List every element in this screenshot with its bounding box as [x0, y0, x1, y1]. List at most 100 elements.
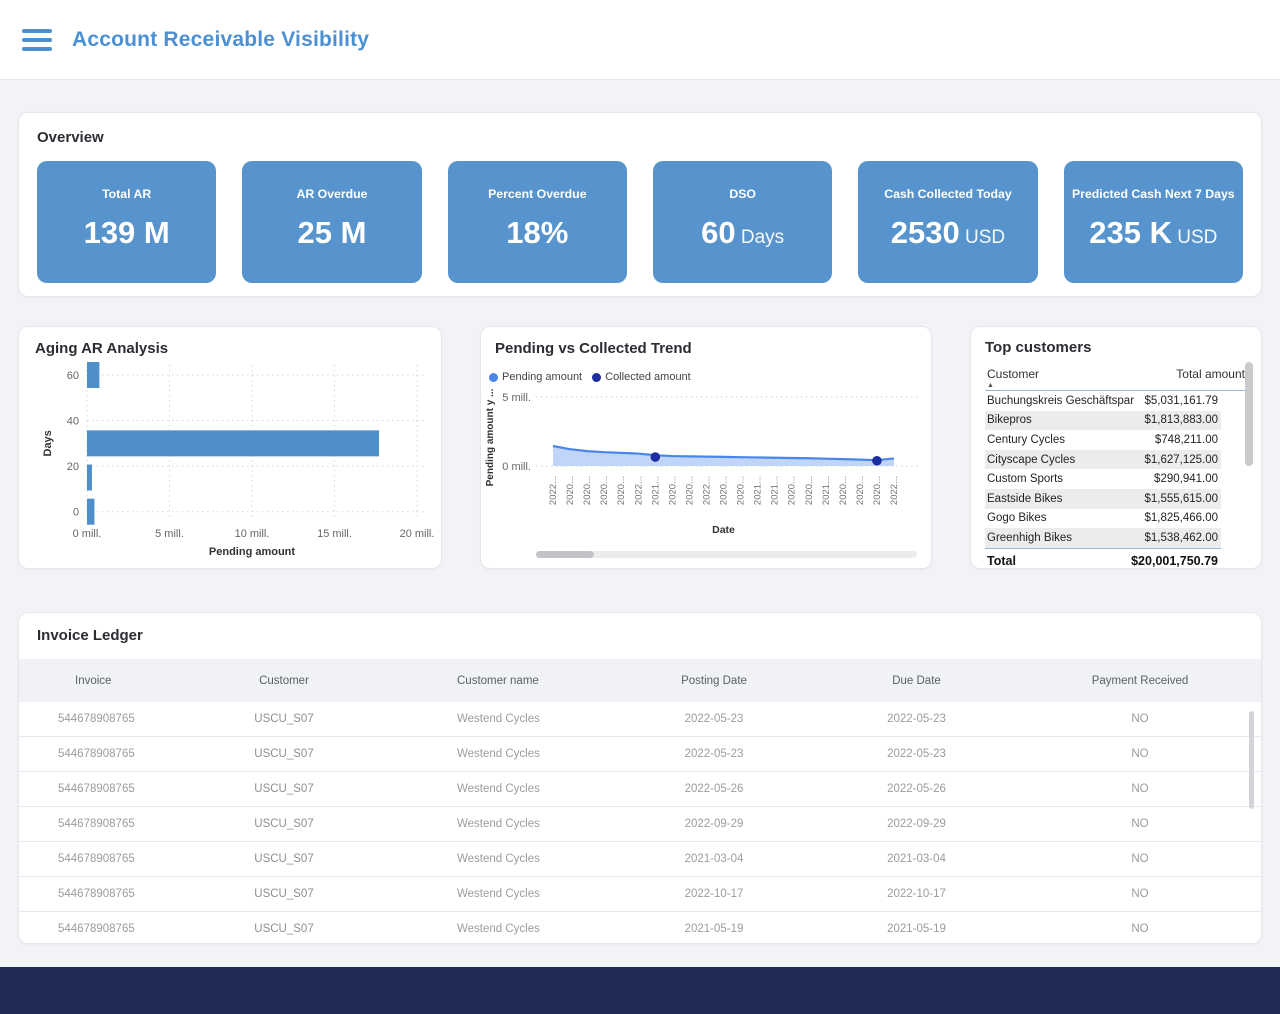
table-cell: NO — [1019, 702, 1261, 736]
table-row[interactable]: Century Cycles$748,211.00 — [985, 430, 1221, 450]
table-row[interactable]: 544678908765USCU_S07Westend Cycles2021-0… — [19, 912, 1261, 944]
kpi-label: Predicted Cash Next 7 Days — [1072, 187, 1235, 201]
kpi-unit: USD — [960, 227, 1005, 248]
svg-text:2020...: 2020... — [838, 476, 849, 505]
table-cell: 2022-05-26 — [814, 772, 1019, 806]
svg-text:2022...: 2022... — [889, 476, 900, 505]
table-row[interactable]: Buchungskreis Geschäftspar$5,031,161.79 — [985, 391, 1221, 411]
aging-chart-title: Aging AR Analysis — [35, 340, 425, 357]
table-row[interactable]: 544678908765USCU_S07Westend Cycles2022-0… — [19, 772, 1261, 807]
kpi-tile[interactable]: Total AR139 M — [37, 161, 216, 283]
legend-label: Pending amount — [502, 371, 582, 383]
column-header[interactable]: Customer name — [379, 659, 614, 702]
vertical-scrollbar-thumb[interactable] — [1245, 362, 1253, 466]
kpi-tile[interactable]: DSO60 Days — [653, 161, 832, 283]
table-cell: 2021-05-19 — [614, 912, 814, 944]
customer-name: Gogo Bikes — [987, 512, 1046, 524]
svg-text:2020...: 2020... — [599, 476, 610, 505]
aging-bar-chart[interactable]: 60402000 mill.5 mill.10 mill.15 mill.20 … — [35, 357, 441, 561]
svg-text:2020...: 2020... — [719, 476, 730, 505]
column-header-customer[interactable]: Customer — [987, 367, 1039, 381]
table-cell: NO — [1019, 737, 1261, 771]
column-header[interactable]: Customer — [189, 659, 379, 702]
total-amount: $1,538,462.00 — [1144, 532, 1218, 544]
kpi-unit: USD — [1172, 227, 1217, 248]
svg-text:2020...: 2020... — [804, 476, 815, 505]
aging-chart-card: Aging AR Analysis 60402000 mill.5 mill.1… — [18, 326, 442, 569]
column-header[interactable]: Invoice — [19, 659, 189, 702]
legend-dot-icon — [592, 373, 601, 382]
svg-text:Days: Days — [42, 430, 54, 456]
svg-text:15 mill.: 15 mill. — [317, 528, 352, 540]
trend-area-chart[interactable]: 5 mill.0 mill.2022...2020...2020...2020.… — [481, 383, 933, 543]
vertical-scrollbar-thumb[interactable] — [1249, 711, 1254, 809]
table-row[interactable]: Bikepros$1,813,883.00 — [985, 411, 1221, 431]
customer-name: Bikepros — [987, 414, 1032, 426]
table-cell: USCU_S07 — [189, 737, 379, 771]
chart-horizontal-scrollbar[interactable] — [536, 551, 917, 558]
table-cell: 2022-09-29 — [814, 807, 1019, 841]
table-cell: 2021-03-04 — [614, 842, 814, 876]
svg-text:2022...: 2022... — [548, 476, 559, 505]
scrollbar-thumb[interactable] — [536, 551, 594, 558]
table-row[interactable]: Gogo Bikes$1,825,466.00 — [985, 509, 1221, 529]
svg-text:10 mill.: 10 mill. — [235, 528, 270, 540]
kpi-tile[interactable]: AR Overdue25 M — [242, 161, 421, 283]
kpi-tile[interactable]: Cash Collected Today2530 USD — [858, 161, 1037, 283]
svg-text:2020...: 2020... — [855, 476, 866, 505]
table-row[interactable]: 544678908765USCU_S07Westend Cycles2022-0… — [19, 737, 1261, 772]
svg-text:2020...: 2020... — [582, 476, 593, 505]
legend-item[interactable]: Pending amount — [489, 371, 582, 383]
table-cell: 544678908765 — [19, 877, 189, 911]
table-row[interactable]: 544678908765USCU_S07Westend Cycles2022-0… — [19, 702, 1261, 737]
table-cell: 544678908765 — [19, 702, 189, 736]
kpi-tile[interactable]: Percent Overdue18% — [448, 161, 627, 283]
kpi-value: 18% — [506, 215, 568, 251]
table-cell: 2021-05-19 — [814, 912, 1019, 944]
table-row[interactable]: Greenhigh Bikes $1,538,462.00 — [985, 528, 1221, 548]
invoice-ledger-card: Invoice Ledger InvoiceCustomerCustomer n… — [18, 612, 1262, 944]
table-cell: 2022-05-23 — [614, 702, 814, 736]
table-cell: 2022-10-17 — [814, 877, 1019, 911]
invoice-table-header: InvoiceCustomerCustomer namePosting Date… — [19, 659, 1261, 702]
top-customers-total-row: Total $20,001,750.79 — [985, 548, 1221, 568]
kpi-row: Total AR139 MAR Overdue25 MPercent Overd… — [37, 161, 1243, 283]
table-cell: NO — [1019, 842, 1261, 876]
svg-text:0 mill.: 0 mill. — [73, 528, 102, 540]
column-header[interactable]: Due Date — [814, 659, 1019, 702]
trend-legend: Pending amount Collected amount — [489, 371, 931, 383]
svg-text:2021...: 2021... — [650, 476, 661, 505]
table-cell: Westend Cycles — [379, 807, 614, 841]
table-row[interactable]: Custom Sports$290,941.00 — [985, 469, 1221, 489]
invoice-table-body: 544678908765USCU_S07Westend Cycles2022-0… — [19, 702, 1261, 944]
menu-icon[interactable] — [22, 29, 52, 51]
table-row[interactable]: Eastside Bikes$1,555,615.00 — [985, 489, 1221, 509]
invoice-ledger-title: Invoice Ledger — [19, 627, 1261, 644]
legend-dot-icon — [489, 373, 498, 382]
top-customers-rows: Buchungskreis Geschäftspar$5,031,161.79B… — [985, 391, 1221, 548]
kpi-tile[interactable]: Predicted Cash Next 7 Days235 K USD — [1064, 161, 1243, 283]
svg-text:2020...: 2020... — [736, 476, 747, 505]
table-row[interactable]: 544678908765USCU_S07Westend Cycles2021-0… — [19, 842, 1261, 877]
table-row[interactable]: Cityscape Cycles$1,627,125.00 — [985, 450, 1221, 470]
column-header-total-amount[interactable]: Total amount — [1176, 367, 1245, 381]
table-row[interactable]: 544678908765USCU_S07Westend Cycles2022-1… — [19, 877, 1261, 912]
legend-item[interactable]: Collected amount — [592, 371, 691, 383]
customer-name: Greenhigh Bikes — [987, 532, 1072, 544]
table-row[interactable]: 544678908765USCU_S07Westend Cycles2022-0… — [19, 807, 1261, 842]
column-header[interactable]: Payment Received — [1019, 659, 1261, 702]
customer-name: Custom Sports — [987, 473, 1063, 485]
column-header[interactable]: Posting Date — [614, 659, 814, 702]
sort-ascending-icon: ▲ — [987, 382, 994, 389]
svg-text:2021...: 2021... — [770, 476, 781, 505]
kpi-label: Total AR — [102, 187, 151, 201]
table-cell: USCU_S07 — [189, 772, 379, 806]
total-amount: $1,627,125.00 — [1144, 454, 1218, 466]
svg-text:2021...: 2021... — [821, 476, 832, 505]
table-cell: 2022-09-29 — [614, 807, 814, 841]
svg-text:40: 40 — [67, 416, 79, 428]
svg-text:2020...: 2020... — [565, 476, 576, 505]
top-customers-header: Customer Total amount ▲ — [985, 367, 1247, 391]
svg-text:2020...: 2020... — [667, 476, 678, 505]
svg-text:20: 20 — [67, 461, 79, 473]
